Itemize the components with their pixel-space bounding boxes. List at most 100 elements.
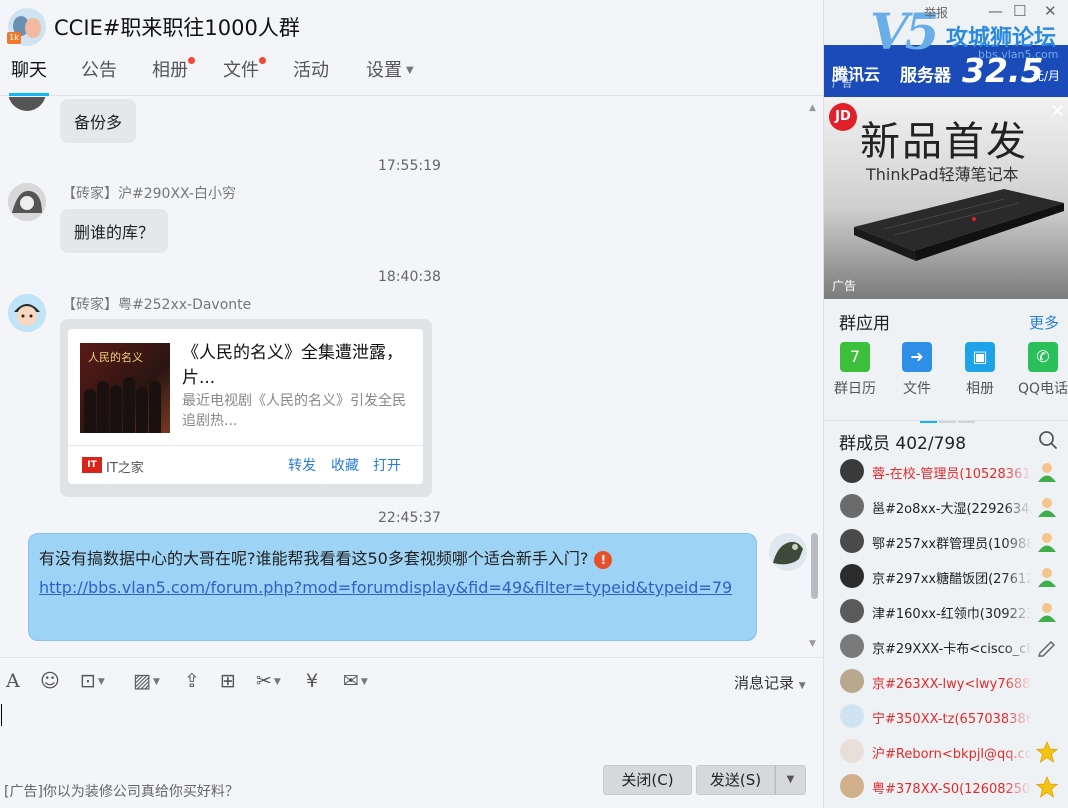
unread-dot bbox=[259, 57, 266, 64]
app-calendar[interactable]: 7 群日历 bbox=[827, 342, 883, 398]
tab-settings[interactable]: 设置 ▼ bbox=[366, 58, 414, 90]
comment-icon[interactable]: ✉ ▼ bbox=[343, 670, 368, 692]
message-link[interactable]: http://bbs.vlan5.com/forum.php?mod=forum… bbox=[39, 578, 732, 597]
close-button[interactable]: 关闭(C) bbox=[603, 765, 692, 795]
scissors-icon[interactable]: ✂ ▼ bbox=[256, 670, 281, 692]
unread-dot bbox=[188, 57, 195, 64]
message-input[interactable] bbox=[0, 700, 823, 760]
group-apps-title: 群应用 bbox=[839, 314, 890, 334]
app-label: 群日历 bbox=[834, 381, 876, 397]
avatar[interactable] bbox=[8, 183, 46, 221]
ad-product: 服务器 bbox=[900, 66, 951, 86]
member-avatar[interactable] bbox=[840, 774, 864, 798]
red-packet-icon[interactable]: ¥ bbox=[306, 670, 318, 692]
forward-link[interactable]: 转发 bbox=[288, 455, 316, 475]
member-row[interactable]: 京#297xx糖醋饭团(27612 bbox=[824, 560, 1068, 595]
apps-pager[interactable] bbox=[920, 408, 977, 427]
gif-icon[interactable]: ⊡ ▼ bbox=[80, 670, 105, 692]
chat-scrollbar[interactable]: ▲ ▼ bbox=[809, 103, 819, 651]
member-avatar[interactable] bbox=[840, 494, 864, 518]
tab-album[interactable]: 相册 bbox=[152, 57, 195, 90]
input-toolbar: A ☺ ⊡ ▼ ▨ ▼ ⇪ ⊞ ✂ ▼ ¥ ✉ ▼ 消息记录 ▼ bbox=[0, 657, 823, 703]
avatar[interactable] bbox=[8, 294, 46, 332]
member-avatar[interactable] bbox=[840, 529, 864, 553]
jd-logo-icon: JD bbox=[829, 103, 857, 131]
message-timestamp: 17:55:19 bbox=[378, 158, 441, 174]
send-button[interactable]: 发送(S) bbox=[696, 765, 775, 795]
chat-history[interactable]: 备份多 17:55:19 【砖家】沪#290XX-白小穷 删谁的库？ 18:40… bbox=[0, 97, 823, 656]
message-text: 有没有搞数据中心的大哥在呢?谁能帮我看看这50多套视频哪个适合新手入门? bbox=[39, 549, 589, 568]
font-icon[interactable]: A bbox=[6, 670, 20, 692]
tab-chat[interactable]: 聊天 bbox=[9, 58, 49, 96]
minimize-icon[interactable]: — bbox=[988, 2, 1003, 20]
text-fade bbox=[1004, 496, 1032, 518]
chevron-down-icon: ▼ bbox=[786, 774, 795, 785]
photo-icon: ▣ bbox=[965, 342, 995, 372]
member-row[interactable]: 粤#378XX-S0(12608250) bbox=[824, 770, 1068, 805]
close-window-icon[interactable]: ✕ bbox=[1044, 2, 1057, 20]
member-row[interactable]: 蓉-在校-管理员(10528361 bbox=[824, 455, 1068, 490]
member-row[interactable]: 京#263XX-lwy<lwy7688@vip.qq bbox=[824, 665, 1068, 700]
text-fade bbox=[1004, 601, 1032, 623]
tab-files[interactable]: 文件 bbox=[223, 57, 266, 90]
member-avatar[interactable] bbox=[840, 599, 864, 623]
share-thumbnail: 人民的名义 bbox=[80, 343, 170, 433]
share-card-body[interactable]: 人民的名义 《人民的名义》全集遭泄露，片... 最近电视剧《人民的名义》引发全民… bbox=[68, 329, 423, 484]
app-album[interactable]: ▣ 相册 bbox=[952, 342, 1008, 398]
more-apps-link[interactable]: 更多 bbox=[1029, 312, 1059, 333]
member-row[interactable]: 津#160xx-红领巾(309223 bbox=[824, 595, 1068, 630]
admin-icon bbox=[1038, 498, 1056, 517]
image-icon[interactable]: ▨ ▼ bbox=[133, 670, 160, 692]
emoji-icon[interactable]: ☺ bbox=[40, 670, 60, 692]
scrollbar-thumb[interactable] bbox=[811, 533, 818, 599]
gift-icon[interactable]: ⊞ bbox=[220, 670, 236, 692]
share-card[interactable]: 人民的名义 《人民的名义》全集遭泄露，片... 最近电视剧《人民的名义》引发全民… bbox=[60, 319, 432, 497]
report-button[interactable]: 举报 bbox=[924, 4, 948, 21]
warning-icon[interactable]: ! bbox=[594, 550, 613, 569]
members-title: 群成员 402/798 bbox=[839, 434, 967, 454]
search-icon[interactable] bbox=[1038, 430, 1058, 450]
member-row[interactable]: 沪#Reborn<bkpjl@qq.com bbox=[824, 735, 1068, 770]
ithome-logo-icon: IT bbox=[82, 457, 102, 473]
member-row[interactable]: 鄂#257xx群管理员(10988 bbox=[824, 525, 1068, 560]
avatar-image bbox=[8, 294, 46, 332]
maximize-icon[interactable]: ☐ bbox=[1013, 2, 1026, 20]
jd-thinkpad-ad[interactable]: JD ✕ 新品首发 ThinkPad轻薄笔记本 广告 bbox=[824, 97, 1068, 299]
ad-text-link[interactable]: [广告]你以为装修公司真给你买好料？ bbox=[4, 781, 239, 801]
member-avatar[interactable] bbox=[840, 669, 864, 693]
scroll-down-icon[interactable]: ▼ bbox=[809, 639, 816, 649]
message-history-button[interactable]: 消息记录 ▼ bbox=[734, 672, 806, 693]
ad-title: 新品首发 bbox=[860, 119, 1028, 165]
member-avatar[interactable] bbox=[840, 634, 864, 658]
tab-activity[interactable]: 活动 bbox=[293, 58, 329, 90]
member-avatar[interactable] bbox=[840, 739, 864, 763]
my-avatar[interactable] bbox=[769, 533, 807, 571]
close-ad-icon[interactable]: ✕ bbox=[1050, 101, 1065, 122]
member-avatar[interactable] bbox=[840, 704, 864, 728]
member-row[interactable]: 宁#350XX-tz(657038386) bbox=[824, 700, 1068, 735]
send-options-button[interactable]: ▼ bbox=[775, 765, 806, 795]
favorite-link[interactable]: 收藏 bbox=[331, 455, 359, 475]
message-bubble: 备份多 bbox=[60, 99, 137, 143]
message-timestamp: 22:45:37 bbox=[378, 510, 441, 526]
scroll-up-icon[interactable]: ▲ bbox=[809, 103, 816, 113]
avatar[interactable] bbox=[8, 97, 46, 111]
thumbnail-caption: 人民的名义 bbox=[88, 351, 143, 364]
group-title: CCIE#职来职往1000人群 bbox=[54, 16, 300, 40]
open-link[interactable]: 打开 bbox=[373, 455, 401, 475]
tab-announcement[interactable]: 公告 bbox=[81, 58, 117, 90]
share-title[interactable]: 《人民的名义》全集遭泄露，片... bbox=[182, 341, 410, 391]
member-avatar[interactable] bbox=[840, 564, 864, 588]
app-files[interactable]: ➜ 文件 bbox=[889, 342, 945, 398]
group-level-badge: 1k bbox=[7, 32, 21, 44]
title-bar: 1k CCIE#职来职往1000人群 bbox=[0, 0, 823, 52]
upload-icon[interactable]: ⇪ bbox=[184, 670, 200, 692]
member-row[interactable]: 京#29XXX-卡布<cisco_clu bbox=[824, 630, 1068, 665]
chevron-down-icon: ▼ bbox=[406, 65, 414, 76]
text-fade bbox=[1004, 636, 1032, 658]
member-avatar[interactable] bbox=[840, 459, 864, 483]
admin-icon bbox=[1038, 603, 1056, 622]
app-qq-call[interactable]: ✆ QQ电话 bbox=[1015, 342, 1068, 398]
avatar-image bbox=[769, 533, 807, 571]
member-row[interactable]: 邕#2o8xx-大湿(22926345 bbox=[824, 490, 1068, 525]
